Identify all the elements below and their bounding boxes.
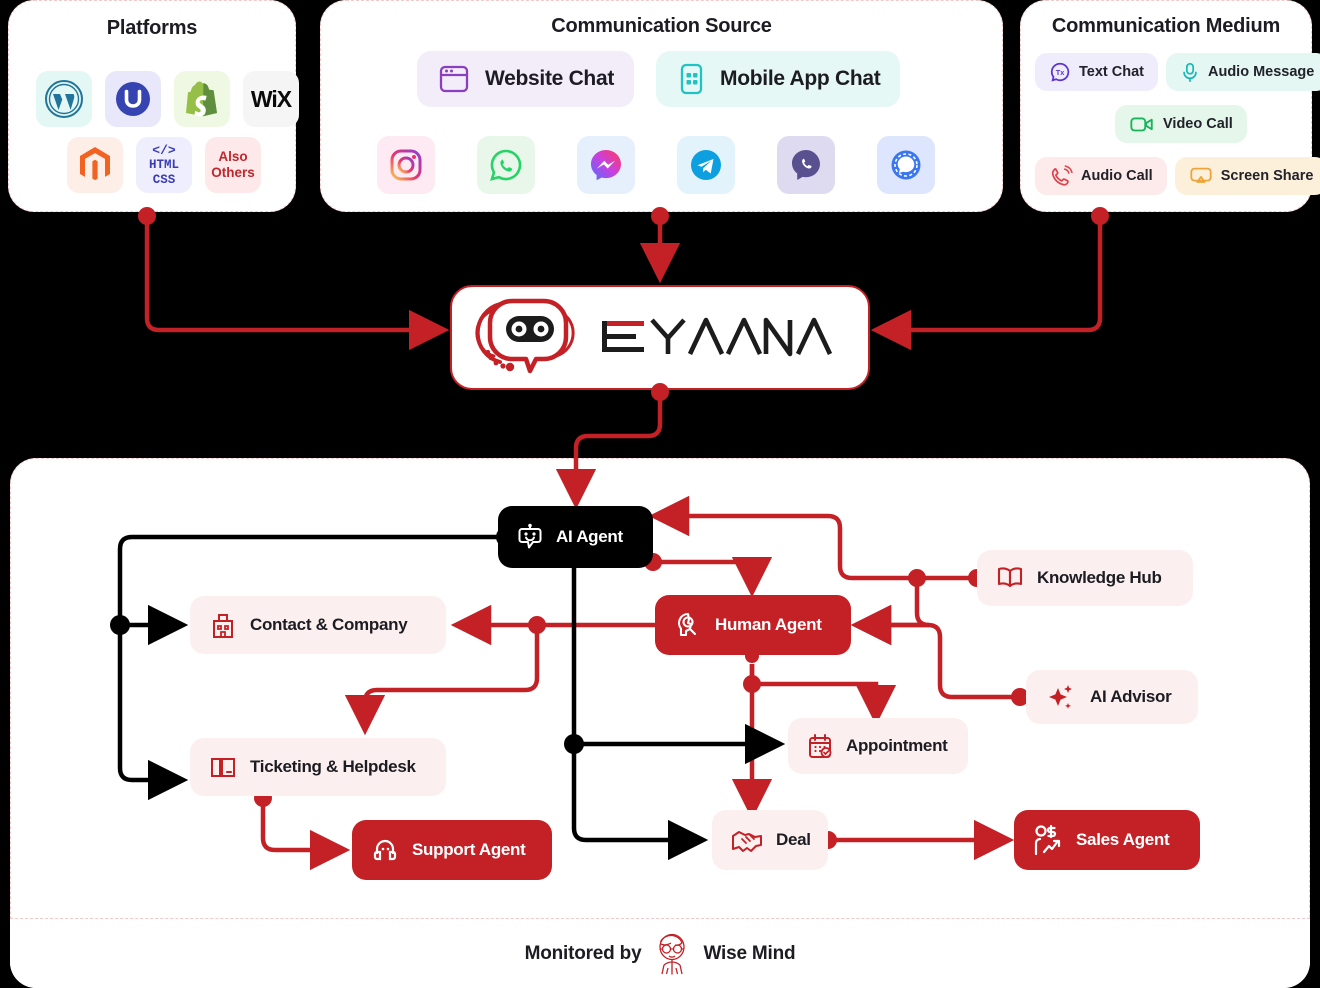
text-chat-chip[interactable]: Tx Text Chat: [1035, 53, 1158, 91]
node-deal[interactable]: Deal: [712, 810, 828, 870]
node-appointment[interactable]: Appointment: [788, 718, 968, 774]
video-camera-icon: [1130, 117, 1153, 132]
ai-agent-label: AI Agent: [556, 527, 623, 546]
instagram-icon[interactable]: [377, 136, 435, 194]
wise-mind-face-icon: [659, 933, 686, 974]
wix-icon[interactable]: WiX: [243, 71, 299, 127]
node-ai-agent[interactable]: AI Agent: [498, 506, 653, 568]
screen-share-label: Screen Share: [1220, 168, 1314, 184]
human-agent-label: Human Agent: [715, 615, 822, 634]
node-sales-agent[interactable]: Sales Agent: [1014, 810, 1200, 870]
node-knowledge-hub[interactable]: Knowledge Hub: [977, 550, 1193, 606]
audio-message-chip[interactable]: Audio Message: [1166, 53, 1320, 91]
also-others-tile[interactable]: Also Others: [205, 137, 261, 193]
video-call-chip[interactable]: Video Call: [1115, 105, 1247, 143]
screen-share-chip[interactable]: Screen Share: [1174, 157, 1320, 195]
signal-icon[interactable]: [877, 136, 935, 194]
mobile-phone-icon: [680, 63, 703, 95]
footer-bar: Monitored by Wise Mind: [10, 918, 1310, 988]
communication-medium-title: Communication Medium: [1051, 15, 1281, 37]
whatsapp-icon[interactable]: [477, 136, 535, 194]
sales-chart-icon: [1034, 824, 1061, 856]
video-call-label: Video Call: [1163, 116, 1233, 132]
monitored-by-label: Monitored by: [524, 942, 642, 964]
wise-mind-label: Wise Mind: [703, 942, 796, 964]
also-label: Also: [218, 149, 248, 165]
wordpress-icon[interactable]: [36, 71, 92, 127]
messenger-icon[interactable]: [577, 136, 635, 194]
contact-company-label: Contact & Company: [250, 615, 408, 634]
website-chat-chip[interactable]: Website Chat: [417, 51, 635, 107]
ticket-icon: [211, 758, 235, 777]
html-label: HTML: [148, 157, 179, 172]
css-label: CSS: [152, 172, 176, 187]
shopify-icon[interactable]: [174, 71, 230, 127]
node-ai-advisor[interactable]: AI Advisor: [1026, 670, 1198, 724]
sales-agent-label: Sales Agent: [1076, 830, 1170, 849]
screen-share-icon: [1190, 167, 1212, 183]
deal-label: Deal: [776, 830, 811, 849]
calendar-icon: [809, 734, 832, 758]
magento-icon[interactable]: [67, 137, 123, 193]
viber-icon[interactable]: [777, 136, 835, 194]
mobile-app-chat-label: Mobile App Chat: [720, 67, 881, 90]
node-ticketing-helpdesk[interactable]: Ticketing & Helpdesk: [190, 738, 446, 796]
building-icon: [213, 614, 233, 638]
platforms-title: Platforms: [106, 17, 198, 39]
microphone-icon: [1183, 62, 1197, 82]
wix-label: WiX: [250, 85, 292, 112]
ticketing-helpdesk-label: Ticketing & Helpdesk: [250, 757, 416, 776]
eyaana-logo-card: [450, 285, 870, 390]
umbraco-icon[interactable]: [105, 71, 161, 127]
communication-medium-panel: Communication Medium Tx Text Chat Audio …: [1020, 0, 1320, 212]
website-chat-label: Website Chat: [485, 67, 615, 90]
eyaana-wordmark: [602, 317, 833, 356]
diagram-canvas: Platforms WiX </> HTML CSS Also Others C…: [0, 0, 1320, 988]
support-agent-label: Support Agent: [412, 840, 526, 859]
agent-headset-icon: [678, 612, 697, 637]
others-label: Others: [211, 165, 255, 180]
robot-chat-mascot: [475, 298, 575, 373]
appointment-label: Appointment: [846, 736, 948, 755]
robot-icon: [518, 523, 542, 549]
phone-call-icon: [1051, 165, 1073, 186]
text-chat-icon: Tx: [1050, 62, 1070, 82]
text-chat-label: Text Chat: [1079, 64, 1144, 80]
audio-call-label: Audio Call: [1081, 168, 1153, 184]
node-support-agent[interactable]: Support Agent: [352, 820, 552, 880]
handshake-icon: [732, 831, 762, 852]
browser-window-icon: [439, 65, 469, 93]
htmlcss-icon[interactable]: </> HTML CSS: [136, 137, 192, 193]
audio-message-label: Audio Message: [1208, 64, 1315, 80]
communication-source-title: Communication Source: [551, 15, 772, 37]
book-icon: [997, 567, 1023, 588]
platforms-panel: Platforms WiX </> HTML CSS Also Others: [8, 0, 299, 212]
communication-source-panel: Communication Source Website Chat Mobile…: [320, 0, 1003, 212]
node-human-agent[interactable]: Human Agent: [655, 595, 851, 655]
node-contact-company[interactable]: Contact & Company: [190, 596, 446, 654]
svg-text:Tx: Tx: [1056, 68, 1065, 77]
sparkle-icon: [1049, 685, 1072, 709]
audio-call-chip[interactable]: Audio Call: [1035, 157, 1167, 195]
telegram-icon[interactable]: [677, 136, 735, 194]
ai-advisor-label: AI Advisor: [1090, 687, 1172, 706]
headset-icon: [373, 839, 397, 861]
mobile-app-chat-chip[interactable]: Mobile App Chat: [656, 51, 901, 107]
knowledge-hub-label: Knowledge Hub: [1037, 568, 1162, 587]
